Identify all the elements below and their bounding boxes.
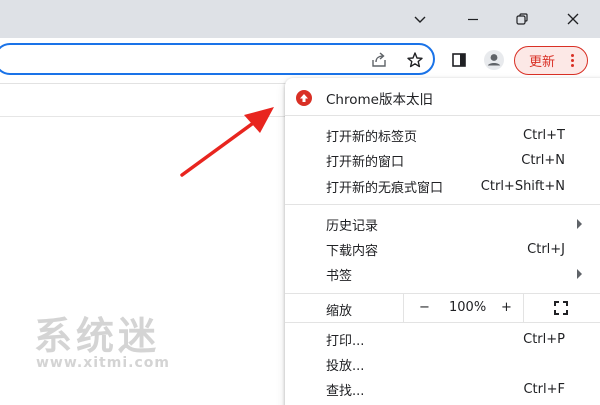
menu-item-new-incognito-window[interactable]: 打开新的无痕式窗口 Ctrl+Shift+N — [285, 174, 600, 198]
watermark-url: www.xitmi.com — [36, 355, 170, 371]
update-arrow-icon — [296, 90, 312, 106]
close-icon — [567, 13, 579, 25]
menu-item-label: 下载内容 — [326, 243, 379, 259]
menu-item-new-tab[interactable]: 打开新的标签页 Ctrl+T — [285, 123, 600, 147]
side-panel-button[interactable] — [446, 47, 472, 73]
menu-separator — [285, 115, 600, 116]
chrome-menu: Chrome版本太旧 打开新的标签页 Ctrl+T 打开新的窗口 Ctrl+N … — [285, 78, 600, 405]
watermark-title: 系统迷 — [34, 314, 161, 358]
red-arrow-annotation — [180, 107, 274, 177]
menu-item-label: 书签 — [326, 268, 353, 284]
menu-item-shortcut: Ctrl+P — [523, 331, 565, 347]
menu-item-cast[interactable]: 投放... — [285, 352, 600, 376]
bookmark-star-button[interactable] — [402, 47, 428, 73]
menu-item-label: 投放... — [326, 358, 365, 374]
zoom-divider — [523, 294, 524, 322]
menu-item-print[interactable]: 打印... Ctrl+P — [285, 327, 600, 351]
menu-item-shortcut: Ctrl+Shift+N — [480, 178, 565, 194]
update-button[interactable]: 更新 — [514, 46, 588, 75]
menu-item-history[interactable]: 历史记录 — [285, 212, 600, 236]
title-bar — [0, 0, 600, 38]
menu-item-label: 查找... — [326, 383, 365, 399]
share-icon — [372, 52, 386, 67]
menu-item-label: 历史记录 — [326, 218, 379, 234]
menu-item-shortcut: Ctrl+J — [527, 241, 565, 257]
watermark: 系统迷 www.xitmi.com — [34, 305, 184, 385]
zoom-level: 100% — [449, 300, 487, 315]
submenu-arrow-icon — [577, 269, 582, 279]
more-vert-icon — [571, 54, 575, 69]
share-button[interactable] — [366, 47, 392, 73]
menu-update-notice-label: Chrome版本太旧 — [326, 92, 433, 108]
menu-separator — [285, 322, 600, 323]
zoom-divider — [403, 294, 404, 322]
submenu-arrow-icon — [577, 219, 582, 229]
zoom-label: 缩放 — [326, 304, 353, 319]
menu-update-notice[interactable]: Chrome版本太旧 — [285, 86, 600, 110]
restore-icon — [516, 13, 528, 25]
menu-item-shortcut: Ctrl+F — [523, 381, 565, 397]
side-panel-icon — [452, 53, 466, 67]
tab-search-button[interactable] — [395, 0, 445, 38]
close-button[interactable] — [548, 0, 598, 38]
menu-item-find[interactable]: 查找... Ctrl+F — [285, 377, 600, 401]
menu-zoom-row: 缩放 − 100% + — [285, 294, 600, 322]
profile-icon — [484, 50, 504, 70]
minimize-button[interactable] — [448, 0, 498, 38]
star-icon — [407, 52, 423, 68]
menu-item-downloads[interactable]: 下载内容 Ctrl+J — [285, 237, 600, 261]
menu-item-label: 打开新的无痕式窗口 — [326, 180, 444, 196]
restore-button[interactable] — [497, 0, 547, 38]
zoom-in-button[interactable]: + — [501, 300, 512, 315]
fullscreen-icon[interactable] — [553, 300, 569, 316]
update-button-label: 更新 — [529, 55, 556, 70]
menu-item-bookmarks[interactable]: 书签 — [285, 262, 600, 286]
menu-item-label: 打印... — [326, 333, 365, 349]
profile-button[interactable] — [481, 47, 507, 73]
menu-item-label: 打开新的标签页 — [326, 129, 418, 145]
menu-item-new-window[interactable]: 打开新的窗口 Ctrl+N — [285, 148, 600, 172]
menu-separator — [285, 204, 600, 205]
menu-item-label: 打开新的窗口 — [326, 154, 405, 170]
chevron-down-icon — [414, 16, 426, 23]
zoom-out-button[interactable]: − — [419, 300, 430, 315]
minimize-icon — [468, 18, 478, 21]
menu-item-shortcut: Ctrl+T — [523, 127, 565, 143]
menu-item-shortcut: Ctrl+N — [521, 152, 565, 168]
